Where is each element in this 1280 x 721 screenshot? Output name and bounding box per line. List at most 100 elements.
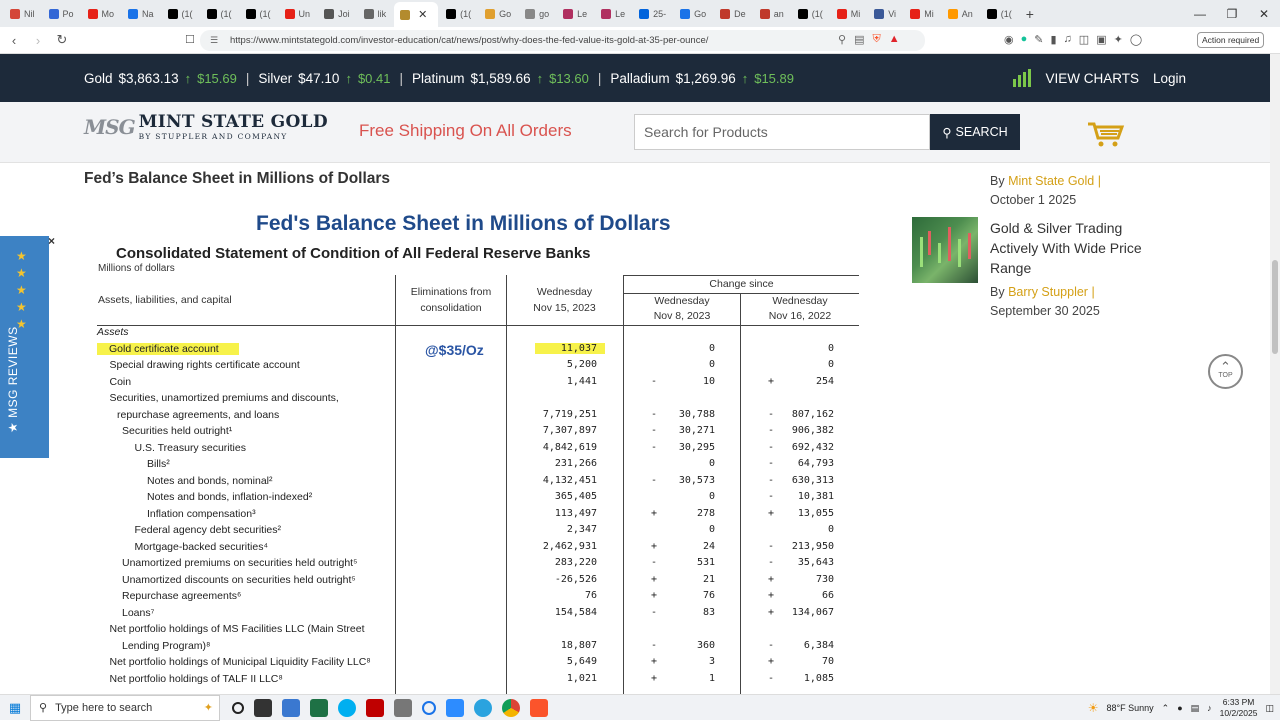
taskbar-clock[interactable]: 6:33 PM 10/2/2025 (1220, 697, 1258, 719)
close-tab-icon[interactable]: ✕ (418, 8, 427, 21)
search-button[interactable]: ⚲ SEARCH (930, 114, 1020, 150)
browser-tab[interactable]: (1( (440, 3, 477, 25)
volume-icon[interactable]: ♪ (1207, 703, 1212, 713)
close-reviews-icon[interactable]: × (48, 234, 55, 248)
bookmark-icon[interactable]: ☐ (185, 33, 195, 46)
taskbar-search-input[interactable]: ⚲ Type here to search ✦ (30, 694, 220, 721)
weather-text[interactable]: 88°F Sunny (1107, 703, 1154, 713)
browser-tab[interactable]: Joi (318, 3, 356, 25)
browser-tab[interactable]: Go (674, 3, 712, 25)
post2-thumbnail[interactable] (912, 217, 978, 283)
page-scrollbar[interactable] (1270, 54, 1280, 694)
extension-icon[interactable]: ◉ (1004, 33, 1014, 46)
brave-shield-icon[interactable]: ⛨ (872, 33, 880, 46)
skype-icon[interactable] (338, 698, 356, 717)
browser-tab[interactable]: Le (595, 3, 631, 25)
reader-icon[interactable]: ▤ (854, 33, 864, 46)
excel-icon[interactable] (310, 698, 328, 717)
browser-tab[interactable]: Mo (82, 3, 121, 25)
new-tab-button[interactable]: + (1026, 6, 1034, 22)
view-charts-link[interactable]: VIEW CHARTS (1045, 71, 1139, 86)
browser-tab[interactable]: lik (358, 3, 393, 25)
action-required-button[interactable]: Action required (1197, 32, 1265, 48)
browser-tab[interactable]: Po (43, 3, 80, 25)
ticker-item-palladium[interactable]: Palladium $1,269.96 ↑ $15.89 (610, 71, 794, 86)
browser-tab[interactable]: (1( (240, 3, 277, 25)
notepad-icon[interactable] (282, 698, 300, 717)
browser-tab[interactable]: 25- (633, 3, 672, 25)
reload-icon[interactable]: ↻ (52, 32, 72, 48)
zoom-app-icon[interactable] (446, 698, 464, 717)
browser-tab[interactable]: Vi (868, 3, 902, 25)
site-logo[interactable]: MSG MINT STATE GOLD BY STUPPLER AND COMP… (84, 114, 328, 141)
browser-tab[interactable]: De (714, 3, 752, 25)
vpn-icon[interactable]: ◯ (1130, 33, 1142, 46)
browser-tab[interactable]: Mi (904, 3, 940, 25)
grammarly-icon[interactable]: ● (1021, 33, 1028, 46)
sidebar-icon[interactable]: ◫ (1079, 33, 1089, 46)
browser-tab[interactable]: Go (479, 3, 517, 25)
browser-tab[interactable]: Na (122, 3, 160, 25)
sign-year: + (768, 606, 775, 618)
media-icon[interactable]: ▮ (1050, 33, 1056, 46)
browser-tab[interactable]: (1( (162, 3, 199, 25)
post1-author-link[interactable]: Mint State Gold (1008, 174, 1094, 188)
browser-tab[interactable]: an (754, 3, 790, 25)
network-icon[interactable]: ▤ (1191, 703, 1200, 714)
filezilla-icon[interactable] (366, 698, 384, 717)
system-tray: ☀ 88°F Sunny ⌃ ● ▤ ♪ 6:33 PM 10/2/2025 ◫ (1088, 695, 1274, 721)
reviews-tab[interactable]: ★ ★ ★ ★ ★ ★ MSG REVIEWS (0, 236, 49, 458)
post2-author-link[interactable]: Barry Stuppler (1008, 285, 1088, 299)
ticker-item-silver[interactable]: Silver $47.10 ↑ $0.41 (258, 71, 390, 86)
browser-tab[interactable]: (1( (981, 3, 1018, 25)
post2-title-link[interactable]: Gold & Silver Trading Actively With Wide… (990, 218, 1160, 278)
site-info-icon[interactable]: ☰ (210, 35, 218, 46)
puzzle-icon[interactable]: ✎ (1034, 33, 1043, 46)
chevron-up-icon[interactable]: ⌃ (1162, 703, 1170, 714)
tab-label: (1( (811, 8, 823, 19)
chrome-icon[interactable] (502, 698, 520, 717)
weather-icon[interactable]: ☀ (1088, 701, 1099, 715)
back-icon[interactable]: ‹ (4, 33, 24, 48)
brave-icon[interactable] (530, 698, 548, 717)
browser-tab[interactable]: go (519, 3, 555, 25)
metal-price: $1,589.66 (470, 70, 531, 86)
browser-tab[interactable]: (1( (201, 3, 238, 25)
close-window-icon[interactable]: ✕ (1248, 7, 1280, 21)
back-to-top-button[interactable]: ⌃ TOP (1208, 354, 1243, 389)
browser-tab[interactable]: An (942, 3, 979, 25)
wallet-icon[interactable]: ▣ (1096, 33, 1106, 46)
browser-tab-active[interactable]: ✕ (394, 2, 439, 27)
telegram-icon[interactable] (474, 698, 492, 717)
scrollbar-thumb[interactable] (1272, 260, 1278, 354)
product-search-input[interactable]: Search for Products (634, 114, 930, 150)
notifications-icon[interactable]: ◫ (1265, 703, 1274, 714)
browser-tab[interactable]: (1( (792, 3, 829, 25)
bar-chart-icon[interactable] (1013, 69, 1032, 87)
terminal-icon[interactable] (254, 698, 272, 717)
windows-start-icon[interactable]: ▦ (0, 700, 30, 716)
cortana-icon[interactable] (422, 700, 436, 715)
maximize-icon[interactable]: ❐ (1216, 7, 1248, 21)
table-row: Repurchase agreements⁶ 76 +76 +66 (97, 590, 859, 606)
app-icon[interactable] (394, 698, 412, 717)
forward-icon[interactable]: › (28, 33, 48, 48)
zoom-icon[interactable]: ⚲ (838, 33, 846, 46)
free-shipping-banner[interactable]: Free Shipping On All Orders (359, 121, 572, 141)
browser-tab[interactable]: Un (279, 3, 317, 25)
rewards-icon[interactable]: ▲ (889, 33, 900, 46)
url-field[interactable]: ☰ https://www.mintstategold.com/investor… (200, 30, 925, 51)
music-icon[interactable]: ♫ (1064, 33, 1072, 46)
login-link[interactable]: Login (1153, 71, 1186, 86)
shopping-cart-icon[interactable] (1086, 120, 1126, 148)
ticker-item-platinum[interactable]: Platinum $1,589.66 ↑ $13.60 (412, 71, 589, 86)
leo-icon[interactable]: ✦ (1114, 33, 1123, 46)
minimize-icon[interactable]: — (1184, 7, 1216, 21)
ticker-item-gold[interactable]: Gold $3,863.13 ↑ $15.69 (84, 71, 237, 86)
browser-tab[interactable]: Nil (4, 3, 41, 25)
browser-tab[interactable]: Le (557, 3, 593, 25)
browser-tab[interactable]: Mi (831, 3, 867, 25)
microphone-icon[interactable]: ● (1177, 703, 1182, 713)
sign-year: - (768, 458, 775, 469)
task-view-icon[interactable] (232, 701, 244, 714)
